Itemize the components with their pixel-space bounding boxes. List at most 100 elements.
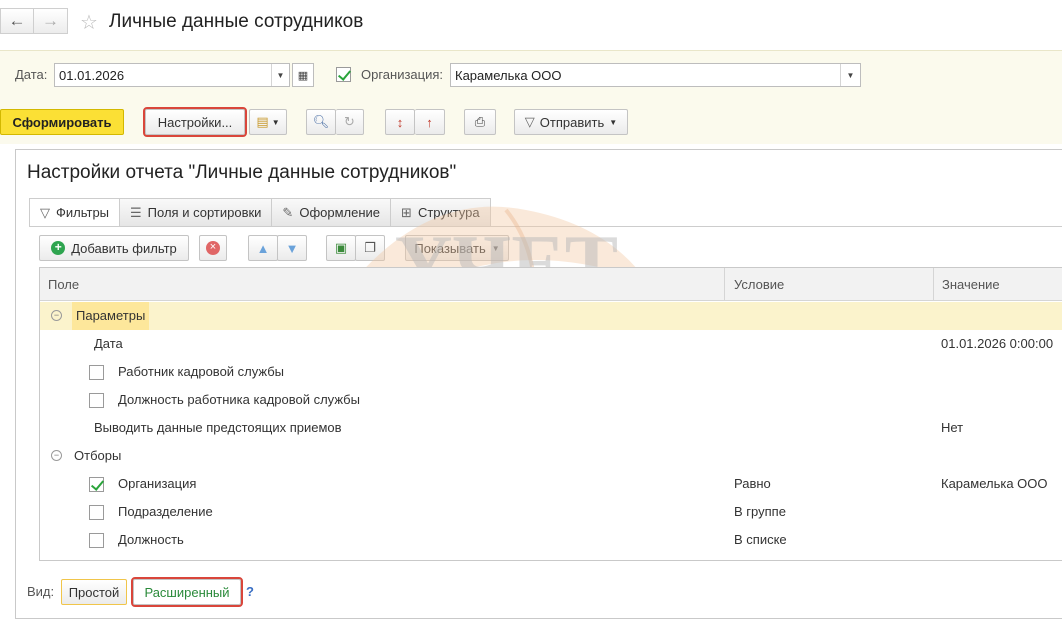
chevron-down-icon: ▼ [276, 70, 285, 80]
tab-label: Поля и сортировки [147, 205, 262, 220]
date-label: Дата: [15, 67, 48, 82]
copy-icon: ❐ [364, 240, 376, 255]
show-dropdown-button[interactable]: Показывать ▼ [405, 235, 509, 261]
arrow-up-icon: ▲ [256, 240, 270, 256]
forward-button[interactable]: → [34, 8, 68, 34]
settings-panel: Настройки отчета "Личные данные сотрудни… [15, 149, 1062, 619]
print-button[interactable]: ⎙ [464, 109, 496, 135]
nav-buttons: ← → [0, 8, 68, 34]
table-row[interactable]: Организация Равно Карамелька ООО [40, 470, 1062, 498]
plus-icon: + [51, 241, 66, 255]
collapse-icon[interactable]: − [51, 310, 62, 321]
report-toolbar: Сформировать Настройки... ▤ ▼ 🔍︎ ↻ ↕ ↑ ⎙ … [0, 100, 1062, 144]
arrow-down-icon: ▼ [285, 240, 299, 256]
favorite-star-icon[interactable]: ☆ [80, 10, 98, 35]
send-button[interactable]: ▽ Отправить ▼ [514, 109, 628, 135]
row-value: Нет [941, 420, 964, 435]
settings-title: Настройки отчета "Личные данные сотрудни… [27, 162, 457, 183]
cancel-search-button[interactable]: ↻ [336, 109, 364, 135]
ungroup-button[interactable]: ❐ [355, 235, 385, 261]
column-header-condition[interactable]: Условие [726, 268, 792, 301]
row-condition: В группе [734, 504, 786, 519]
column-header-field[interactable]: Поле [40, 268, 87, 301]
expand-icon: ↕ [396, 114, 404, 130]
settings-button[interactable]: Настройки... [143, 107, 247, 137]
report-parameters: Дата: 01.01.2026 ▼ ▦ Организация: Караме… [0, 50, 1062, 100]
organization-field[interactable]: Карамелька ООО ▼ [450, 63, 861, 87]
organization-checkbox[interactable] [336, 67, 351, 82]
row-condition: В списке [734, 532, 787, 547]
collapse-icon[interactable]: − [51, 450, 62, 461]
table-row[interactable]: Подразделение В группе [40, 498, 1062, 526]
chevron-down-icon: ▼ [491, 243, 500, 253]
table-row[interactable]: Должность В списке [40, 526, 1062, 554]
add-filter-button[interactable]: + Добавить фильтр [39, 235, 189, 261]
structure-icon: ⊞ [401, 204, 412, 220]
tab-label: Структура [417, 205, 480, 220]
funnel-icon: ▽ [40, 204, 50, 220]
add-filter-label: Добавить фильтр [71, 240, 177, 256]
tab-label: Оформление [299, 205, 381, 220]
row-field: Должность [118, 532, 184, 547]
row-checkbox[interactable] [89, 505, 104, 520]
organization-dropdown-button[interactable]: ▼ [840, 64, 860, 86]
row-condition: Равно [734, 476, 771, 491]
column-separator [724, 268, 725, 301]
search-button[interactable]: 🔍︎ [306, 109, 336, 135]
back-button[interactable]: ← [0, 8, 34, 34]
send-icon: ▽ [524, 114, 535, 129]
move-up-button[interactable]: ▲ [248, 235, 278, 261]
calendar-button[interactable]: ▦ [292, 63, 314, 87]
variants-button[interactable]: ▤ ▼ [249, 109, 287, 135]
table-row[interactable]: Должность работника кадровой службы [40, 386, 1062, 414]
tab-divider [29, 226, 1062, 227]
table-row[interactable]: Дата 01.01.2026 0:00:00 [40, 330, 1062, 358]
tab-appearance[interactable]: ✎ Оформление [271, 198, 392, 226]
organization-label: Организация: [361, 67, 444, 82]
date-dropdown-button[interactable]: ▼ [271, 64, 289, 86]
row-checkbox[interactable] [89, 393, 104, 408]
column-header-value[interactable]: Значение [934, 268, 1008, 301]
generate-button[interactable]: Сформировать [0, 109, 124, 135]
arrow-right-icon: → [42, 11, 59, 30]
row-field: Должность работника кадровой службы [118, 392, 360, 407]
organization-value: Карамелька ООО [455, 68, 562, 83]
group-button[interactable]: ▣ [326, 235, 356, 261]
chevron-down-icon: ▼ [609, 117, 618, 127]
row-field: Выводить данные предстоящих приемов [94, 420, 342, 435]
printer-icon: ⎙ [474, 114, 486, 129]
group-label: Отборы [74, 448, 122, 463]
table-row[interactable]: − Отборы [40, 442, 1062, 470]
folder-icon: ▤ [256, 114, 269, 129]
expand-groups-button[interactable]: ↕ [385, 109, 415, 135]
row-value: Карамелька ООО [941, 476, 1048, 491]
chevron-down-icon: ▼ [846, 70, 855, 80]
date-field[interactable]: 01.01.2026 ▼ [54, 63, 290, 87]
row-checkbox[interactable] [89, 533, 104, 548]
tab-filters[interactable]: ▽ Фильтры [29, 198, 121, 226]
tab-structure[interactable]: ⊞ Структура [390, 198, 491, 226]
cancel-search-icon: ↻ [344, 114, 355, 129]
row-field: Подразделение [118, 504, 213, 519]
view-advanced-button[interactable]: Расширенный [131, 577, 243, 607]
table-row[interactable]: Работник кадровой службы [40, 358, 1062, 386]
search-icon: 🔍︎ [312, 114, 330, 129]
row-checkbox[interactable] [89, 365, 104, 380]
row-checkbox[interactable] [89, 477, 104, 492]
title-bar: ← → ☆ Личные данные сотрудников [0, 0, 1062, 50]
settings-tabs: ▽ Фильтры ☰ Поля и сортировки ✎ Оформлен… [29, 198, 491, 226]
collapse-groups-button[interactable]: ↑ [415, 109, 445, 135]
view-simple-button[interactable]: Простой [61, 579, 127, 605]
tab-fields-sorting[interactable]: ☰ Поля и сортировки [119, 198, 273, 226]
move-down-button[interactable]: ▼ [277, 235, 307, 261]
delete-icon: × [206, 241, 220, 255]
table-row[interactable]: Выводить данные предстоящих приемов Нет [40, 414, 1062, 442]
table-row[interactable]: − Параметры [40, 302, 1062, 330]
filters-grid: Поле Условие Значение − Параметры Дата 0… [39, 267, 1062, 561]
delete-filter-button[interactable]: × [199, 235, 227, 261]
group-label: Параметры [72, 302, 150, 330]
help-link[interactable]: ? [246, 584, 254, 599]
window-title: Личные данные сотрудников [109, 11, 364, 32]
row-field: Работник кадровой службы [118, 364, 285, 379]
arrow-left-icon: ← [8, 11, 26, 30]
